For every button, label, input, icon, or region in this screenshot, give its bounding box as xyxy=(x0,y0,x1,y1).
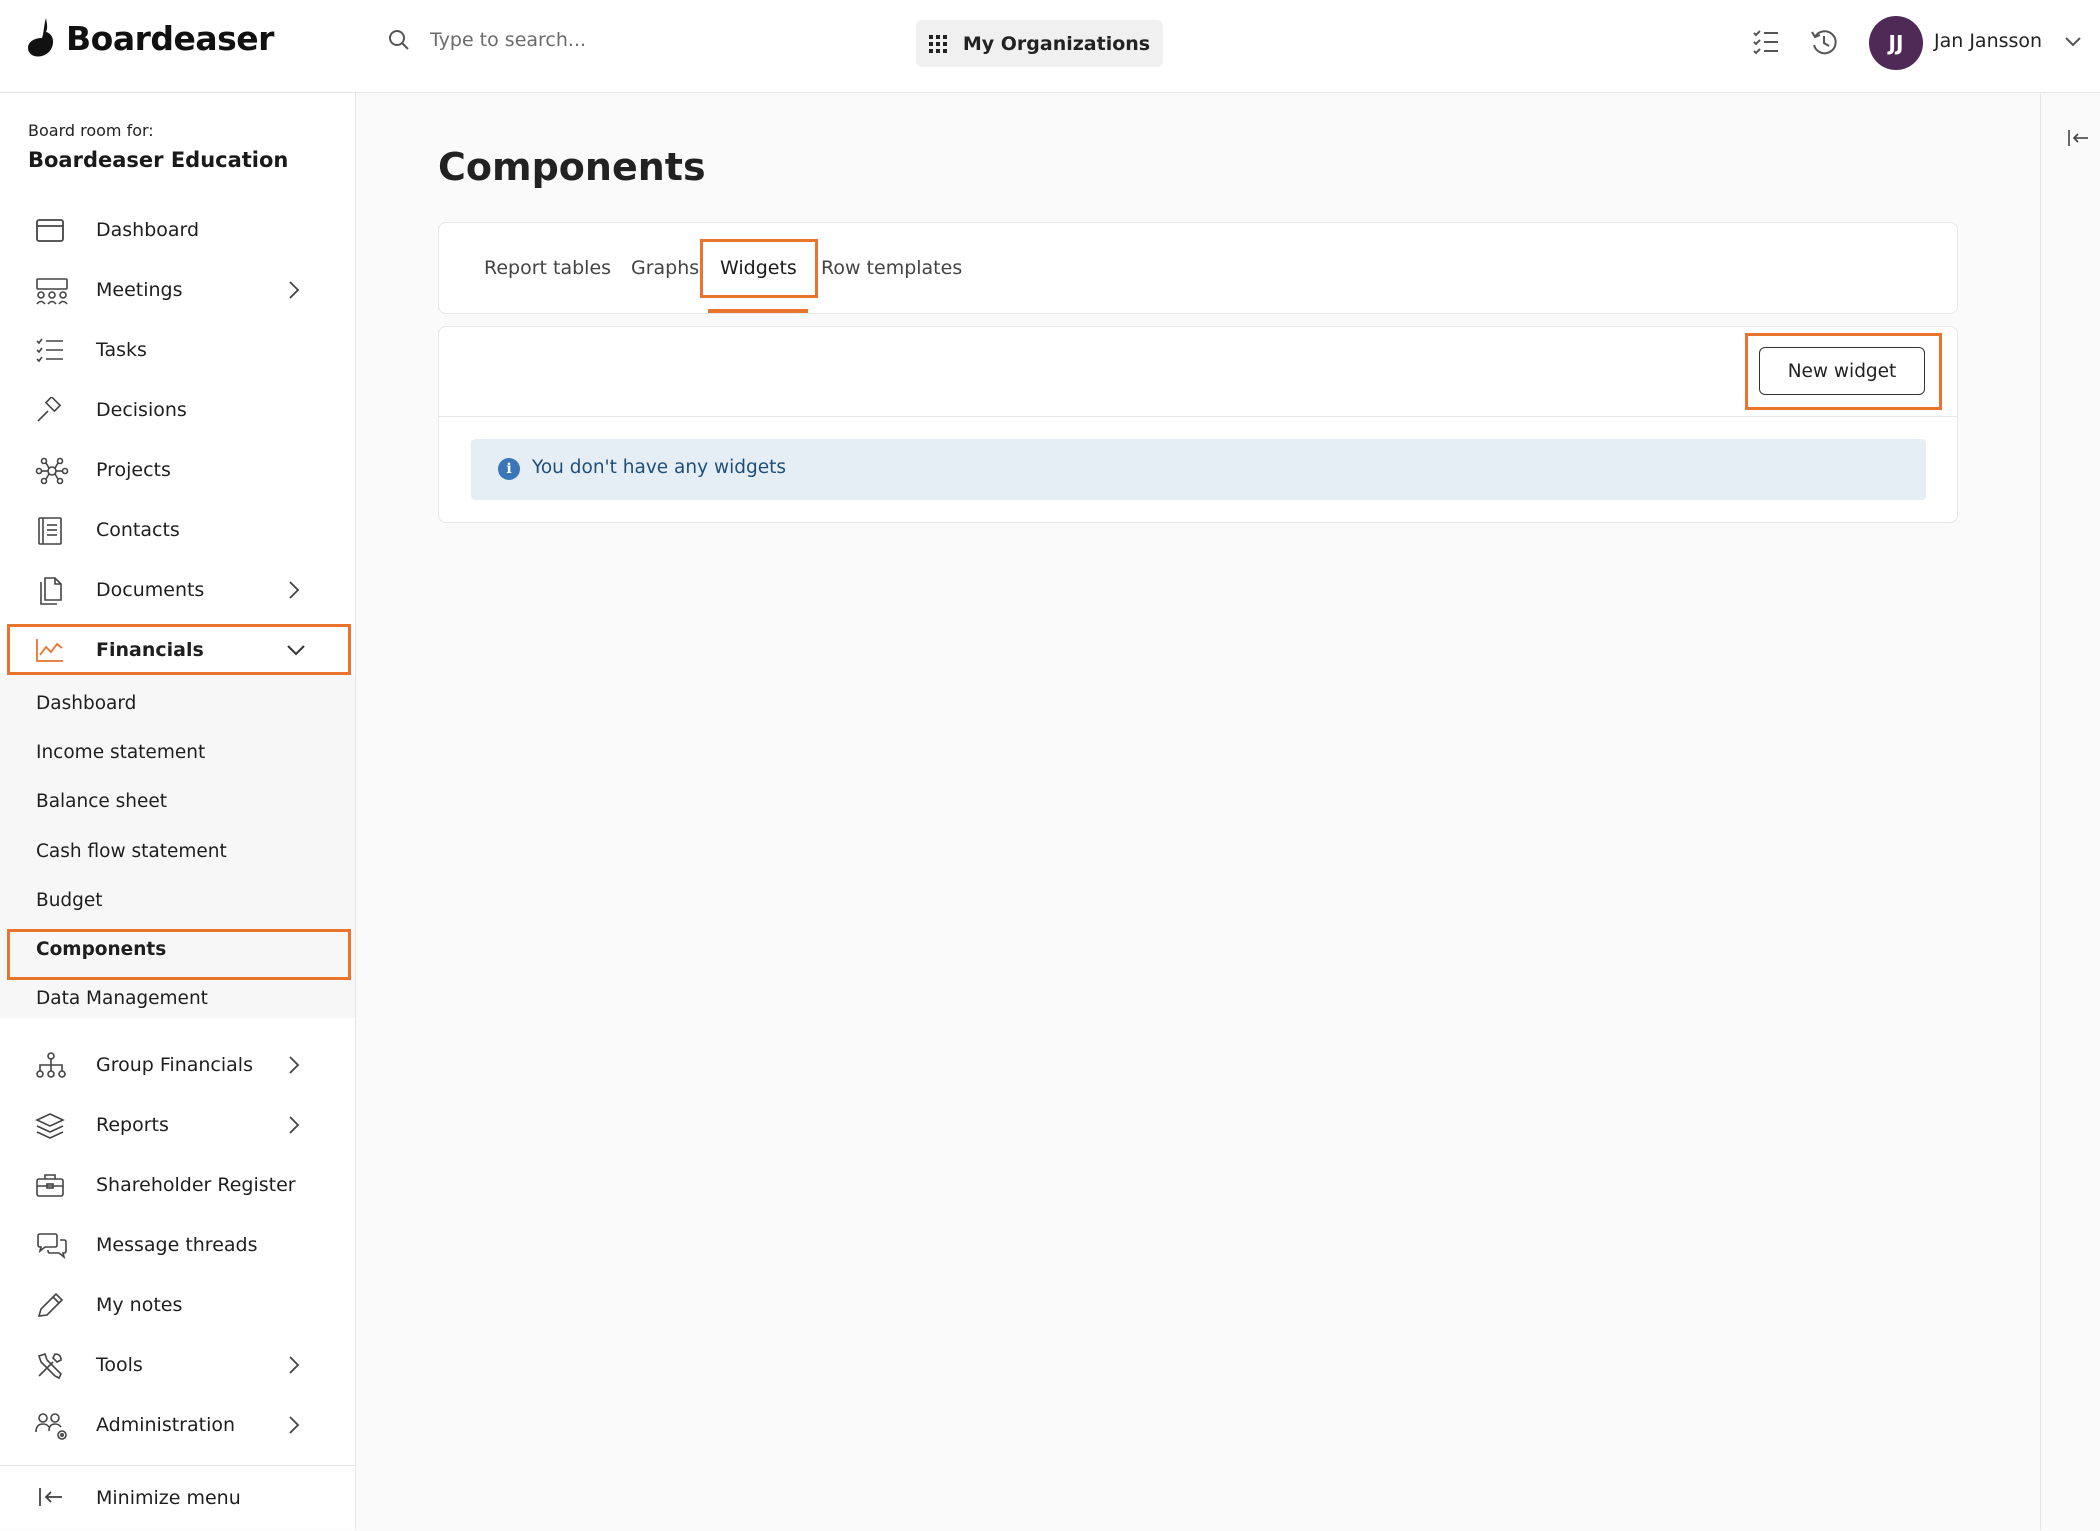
sidebar-item-contacts[interactable]: Contacts xyxy=(0,500,355,560)
sidebar-item-meetings[interactable]: Meetings xyxy=(0,260,355,320)
network-icon xyxy=(35,457,69,485)
sidebar-item-label: Documents xyxy=(96,579,205,601)
layers-icon xyxy=(35,1113,65,1139)
sidebar-item-label: Meetings xyxy=(96,279,183,301)
widgets-tab-highlight xyxy=(700,239,818,298)
sidebar-item-decisions[interactable]: Decisions xyxy=(0,380,355,440)
org-chart-icon xyxy=(36,1052,66,1078)
chevron-right-icon xyxy=(289,581,300,599)
sidebar-item-label: Shareholder Register xyxy=(96,1174,296,1196)
components-highlight xyxy=(7,929,351,980)
history-icon xyxy=(1811,30,1837,55)
avatar[interactable]: JJ xyxy=(1869,16,1923,70)
user-name[interactable]: Jan Jansson xyxy=(1934,30,2042,52)
sidebar-item-label: My notes xyxy=(96,1294,183,1316)
sidebar-item-label: Contacts xyxy=(96,519,180,541)
sidebar-item-label: Group Financials xyxy=(96,1054,253,1076)
logo-text: Boardeaser xyxy=(66,18,274,58)
minimize-menu-button[interactable]: Minimize menu xyxy=(0,1465,355,1531)
calendar-icon xyxy=(36,219,64,242)
search-icon xyxy=(389,30,409,50)
documents-icon xyxy=(40,577,62,605)
new-widget-highlight xyxy=(1745,333,1942,410)
tasks-icon xyxy=(36,338,63,363)
admin-users-icon xyxy=(35,1413,67,1440)
active-tab-indicator xyxy=(708,309,808,313)
sidebar-item-dashboard[interactable]: Dashboard xyxy=(0,200,355,260)
meeting-icon xyxy=(36,278,68,305)
user-menu-chevron[interactable] xyxy=(2064,36,2082,48)
chevron-right-icon xyxy=(289,281,300,299)
sidebar-item-label: Reports xyxy=(96,1114,169,1136)
chat-icon xyxy=(37,1233,67,1260)
minimize-menu-label: Minimize menu xyxy=(96,1487,241,1509)
tools-icon xyxy=(37,1352,62,1380)
sidebar-item-administration[interactable]: Administration xyxy=(0,1395,355,1455)
tab-row-templates[interactable]: Row templates xyxy=(821,257,962,279)
empty-state-alert: i You don't have any widgets xyxy=(471,439,1926,500)
checklist-button[interactable] xyxy=(1752,28,1780,56)
chevron-down-icon xyxy=(2065,37,2081,47)
my-organizations-button[interactable]: My Organizations xyxy=(916,20,1163,67)
submenu-item-budget[interactable]: Budget xyxy=(36,890,103,911)
sidebar-item-label: Tools xyxy=(96,1354,143,1376)
search-bar xyxy=(388,28,852,52)
contacts-book-icon xyxy=(38,517,62,545)
chevron-right-icon xyxy=(289,1056,300,1074)
tabs-card: Report tables Graphs Widgets Row templat… xyxy=(438,222,1958,314)
info-icon: i xyxy=(498,458,520,480)
boardeaser-logo[interactable]: Boardeaser xyxy=(26,16,274,60)
sidebar: Board room for: Boardeaser Education Das… xyxy=(0,93,356,1530)
my-organizations-label: My Organizations xyxy=(962,32,1151,55)
submenu-item-balance-sheet[interactable]: Balance sheet xyxy=(36,791,167,812)
sidebar-item-shareholder-register[interactable]: Shareholder Register xyxy=(0,1155,355,1215)
checklist-icon xyxy=(1753,30,1778,55)
sidebar-item-projects[interactable]: Projects xyxy=(0,440,355,500)
page-title: Components xyxy=(438,145,706,189)
right-panel-rail xyxy=(2040,93,2100,1530)
sidebar-item-label: Tasks xyxy=(96,339,147,361)
submenu-item-data-management[interactable]: Data Management xyxy=(36,988,208,1009)
submenu-item-dashboard[interactable]: Dashboard xyxy=(36,693,136,714)
sidebar-item-label: Message threads xyxy=(96,1234,258,1256)
sidebar-item-group-financials[interactable]: Group Financials xyxy=(0,1035,355,1095)
collapse-left-icon xyxy=(39,1488,62,1506)
card-divider xyxy=(439,416,1957,417)
financials-highlight xyxy=(7,624,351,675)
tab-graphs[interactable]: Graphs xyxy=(631,257,699,279)
sidebar-item-tools[interactable]: Tools xyxy=(0,1335,355,1395)
empty-state-message: You don't have any widgets xyxy=(532,457,786,478)
sidebar-item-label: Dashboard xyxy=(96,219,200,241)
logo-mark-icon xyxy=(28,18,54,57)
chevron-right-icon xyxy=(289,1356,300,1374)
sidebar-item-label: Administration xyxy=(96,1414,236,1436)
collapse-left-icon xyxy=(2068,130,2088,146)
sidebar-item-documents[interactable]: Documents xyxy=(0,560,355,620)
submenu-item-cash-flow-statement[interactable]: Cash flow statement xyxy=(36,841,227,862)
collapse-panel-button[interactable] xyxy=(2067,128,2089,148)
sidebar-item-label: Projects xyxy=(96,459,171,481)
search-input[interactable] xyxy=(428,28,852,52)
sidebar-item-reports[interactable]: Reports xyxy=(0,1095,355,1155)
boardroom-label: Board room for: xyxy=(28,121,154,140)
top-bar: Boardeaser My Organizations xyxy=(0,0,2100,93)
gavel-icon xyxy=(37,397,62,422)
history-button[interactable] xyxy=(1810,28,1838,56)
chevron-right-icon xyxy=(289,1416,300,1434)
boardroom-name: Boardeaser Education xyxy=(28,148,289,172)
sidebar-item-label: Decisions xyxy=(96,399,187,421)
grid-icon xyxy=(928,34,947,53)
tab-report-tables[interactable]: Report tables xyxy=(484,257,611,279)
sidebar-item-tasks[interactable]: Tasks xyxy=(0,320,355,380)
sidebar-item-message-threads[interactable]: Message threads xyxy=(0,1215,355,1275)
chevron-right-icon xyxy=(289,1116,300,1134)
pencil-icon xyxy=(37,1292,64,1317)
briefcase-icon xyxy=(36,1174,64,1197)
sidebar-item-my-notes[interactable]: My notes xyxy=(0,1275,355,1335)
submenu-item-income-statement[interactable]: Income statement xyxy=(36,742,205,763)
